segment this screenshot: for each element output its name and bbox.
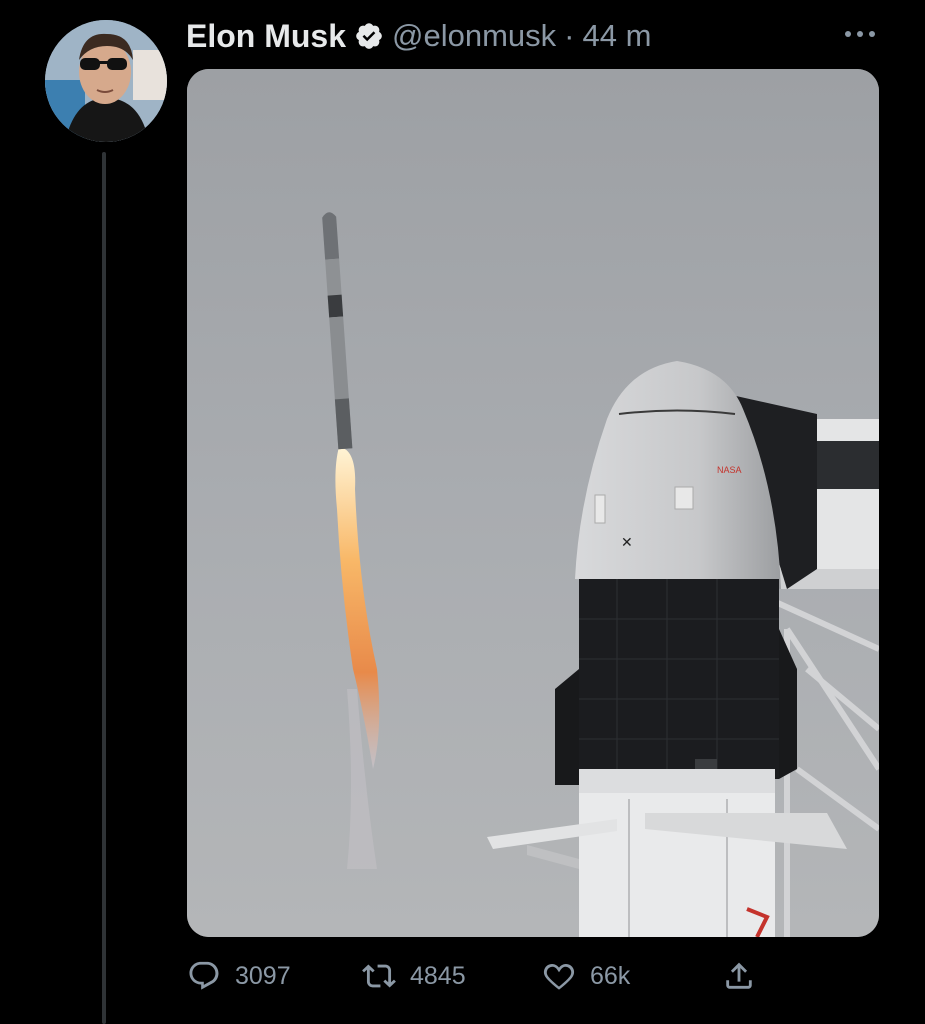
author-name[interactable]: Elon Musk [186,18,346,55]
reply-button[interactable]: 3097 [187,952,291,1000]
svg-text:✕: ✕ [621,534,633,550]
like-button[interactable]: 66k [542,952,630,1000]
tweet-header: Elon Musk @elonmusk · 44 m [186,14,651,58]
thread-line [102,152,106,1024]
heart-icon [543,963,575,990]
tweet-media[interactable]: NASA ✕ [187,69,879,937]
tweet-time[interactable]: 44 m [583,18,652,54]
retweet-count: 4845 [410,961,466,990]
author-handle[interactable]: @elonmusk [392,18,556,54]
tweet-actions: 3097 4845 66k [0,952,925,1000]
retweet-button[interactable]: 4845 [362,952,466,1000]
svg-text:NASA: NASA [717,465,742,475]
rocket-launch-photo: NASA ✕ [187,69,879,937]
separator-dot: · [564,18,575,53]
avatar[interactable] [45,20,167,142]
avatar-image [45,20,167,142]
share-icon [726,962,752,989]
retweet-icon [362,964,396,988]
verified-badge-icon [356,23,382,49]
reply-icon [189,961,219,990]
share-button[interactable] [722,952,756,1000]
like-count: 66k [590,961,631,990]
reply-count: 3097 [235,961,291,990]
more-dots-icon[interactable] [840,18,880,50]
